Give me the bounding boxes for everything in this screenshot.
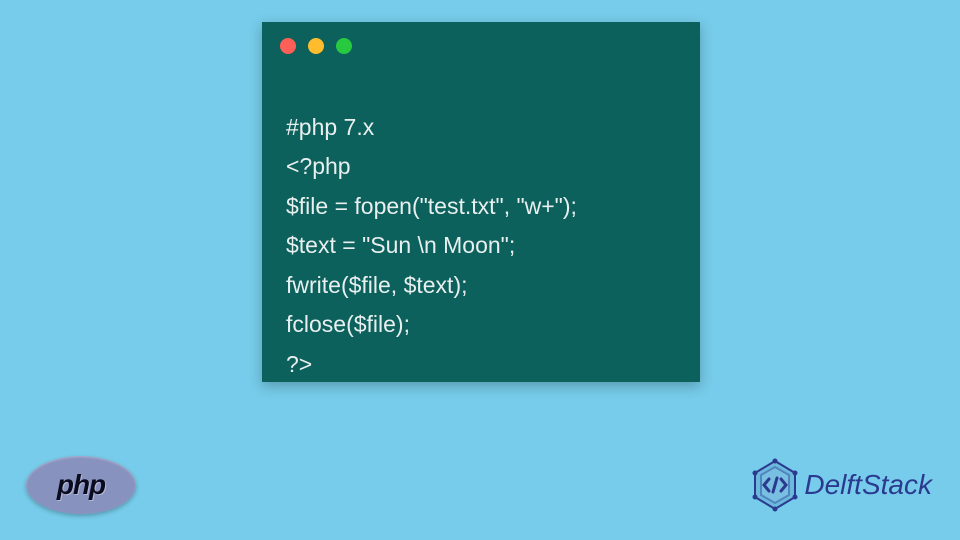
window-controls [262,22,700,62]
minimize-icon [308,38,324,54]
code-line: fwrite($file, $text); [286,272,468,298]
delftstack-logo: DelftStack [748,458,932,512]
php-logo: php [26,456,136,514]
php-ellipse-icon: php [26,456,136,514]
php-logo-text: php [57,469,105,501]
maximize-icon [336,38,352,54]
code-line: fclose($file); [286,311,410,337]
code-line: ?> [286,351,312,377]
code-body: #php 7.x <?php $file = fopen("test.txt",… [262,62,700,402]
code-line: <?php [286,153,351,179]
close-icon [280,38,296,54]
code-line: #php 7.x [286,114,374,140]
code-window: #php 7.x <?php $file = fopen("test.txt",… [262,22,700,382]
code-line: $file = fopen("test.txt", "w+"); [286,193,577,219]
delftstack-label: DelftStack [804,469,932,501]
delftstack-icon [748,458,802,512]
code-line: $text = "Sun \n Moon"; [286,232,515,258]
